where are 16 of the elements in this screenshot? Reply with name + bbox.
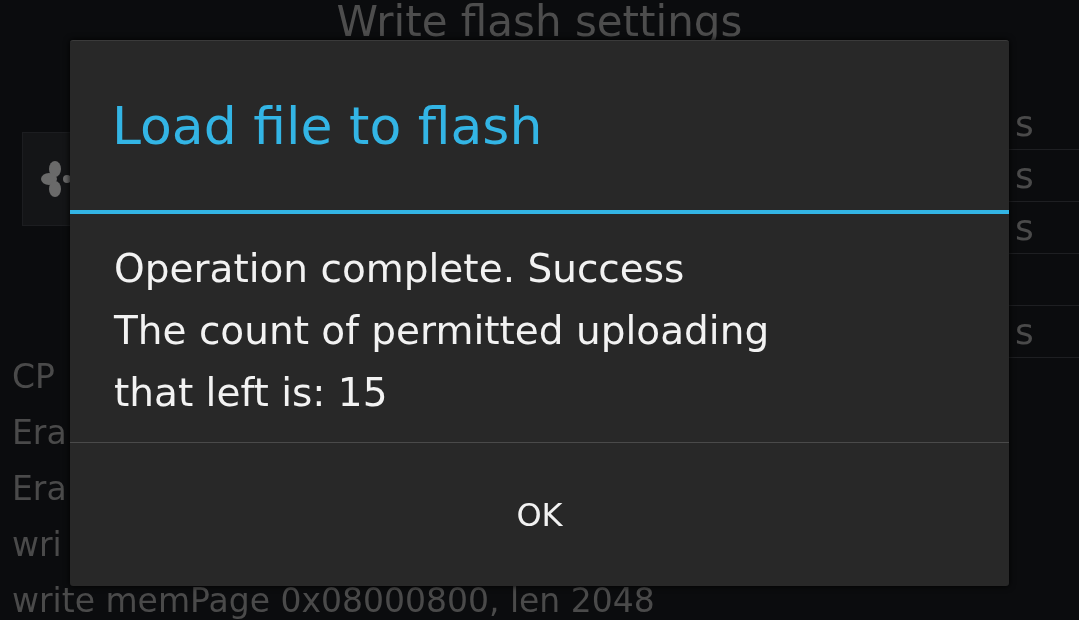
flower-icon — [41, 161, 71, 197]
log-line: write memPage 0x08000800, len 2048 — [12, 584, 655, 618]
log-line: Era — [12, 416, 67, 450]
list-item-label: s — [1015, 207, 1034, 248]
list-item-label: s — [1015, 103, 1034, 144]
list-item-label: s — [1015, 311, 1034, 352]
dialog-title: Load file to flash — [70, 41, 1009, 214]
dialog-message: that left is: 15 — [114, 369, 389, 417]
ok-button[interactable]: OK — [70, 443, 1009, 586]
log-line: CP — [12, 360, 55, 394]
dialog-message: Operation complete. Success — [114, 245, 686, 293]
dialog-message: The count of permitted uploading — [114, 307, 771, 355]
list-item-label: s — [1015, 155, 1034, 196]
log-line: Era — [12, 472, 67, 506]
log-line: wri — [12, 528, 62, 562]
flower-button[interactable] — [22, 132, 72, 226]
